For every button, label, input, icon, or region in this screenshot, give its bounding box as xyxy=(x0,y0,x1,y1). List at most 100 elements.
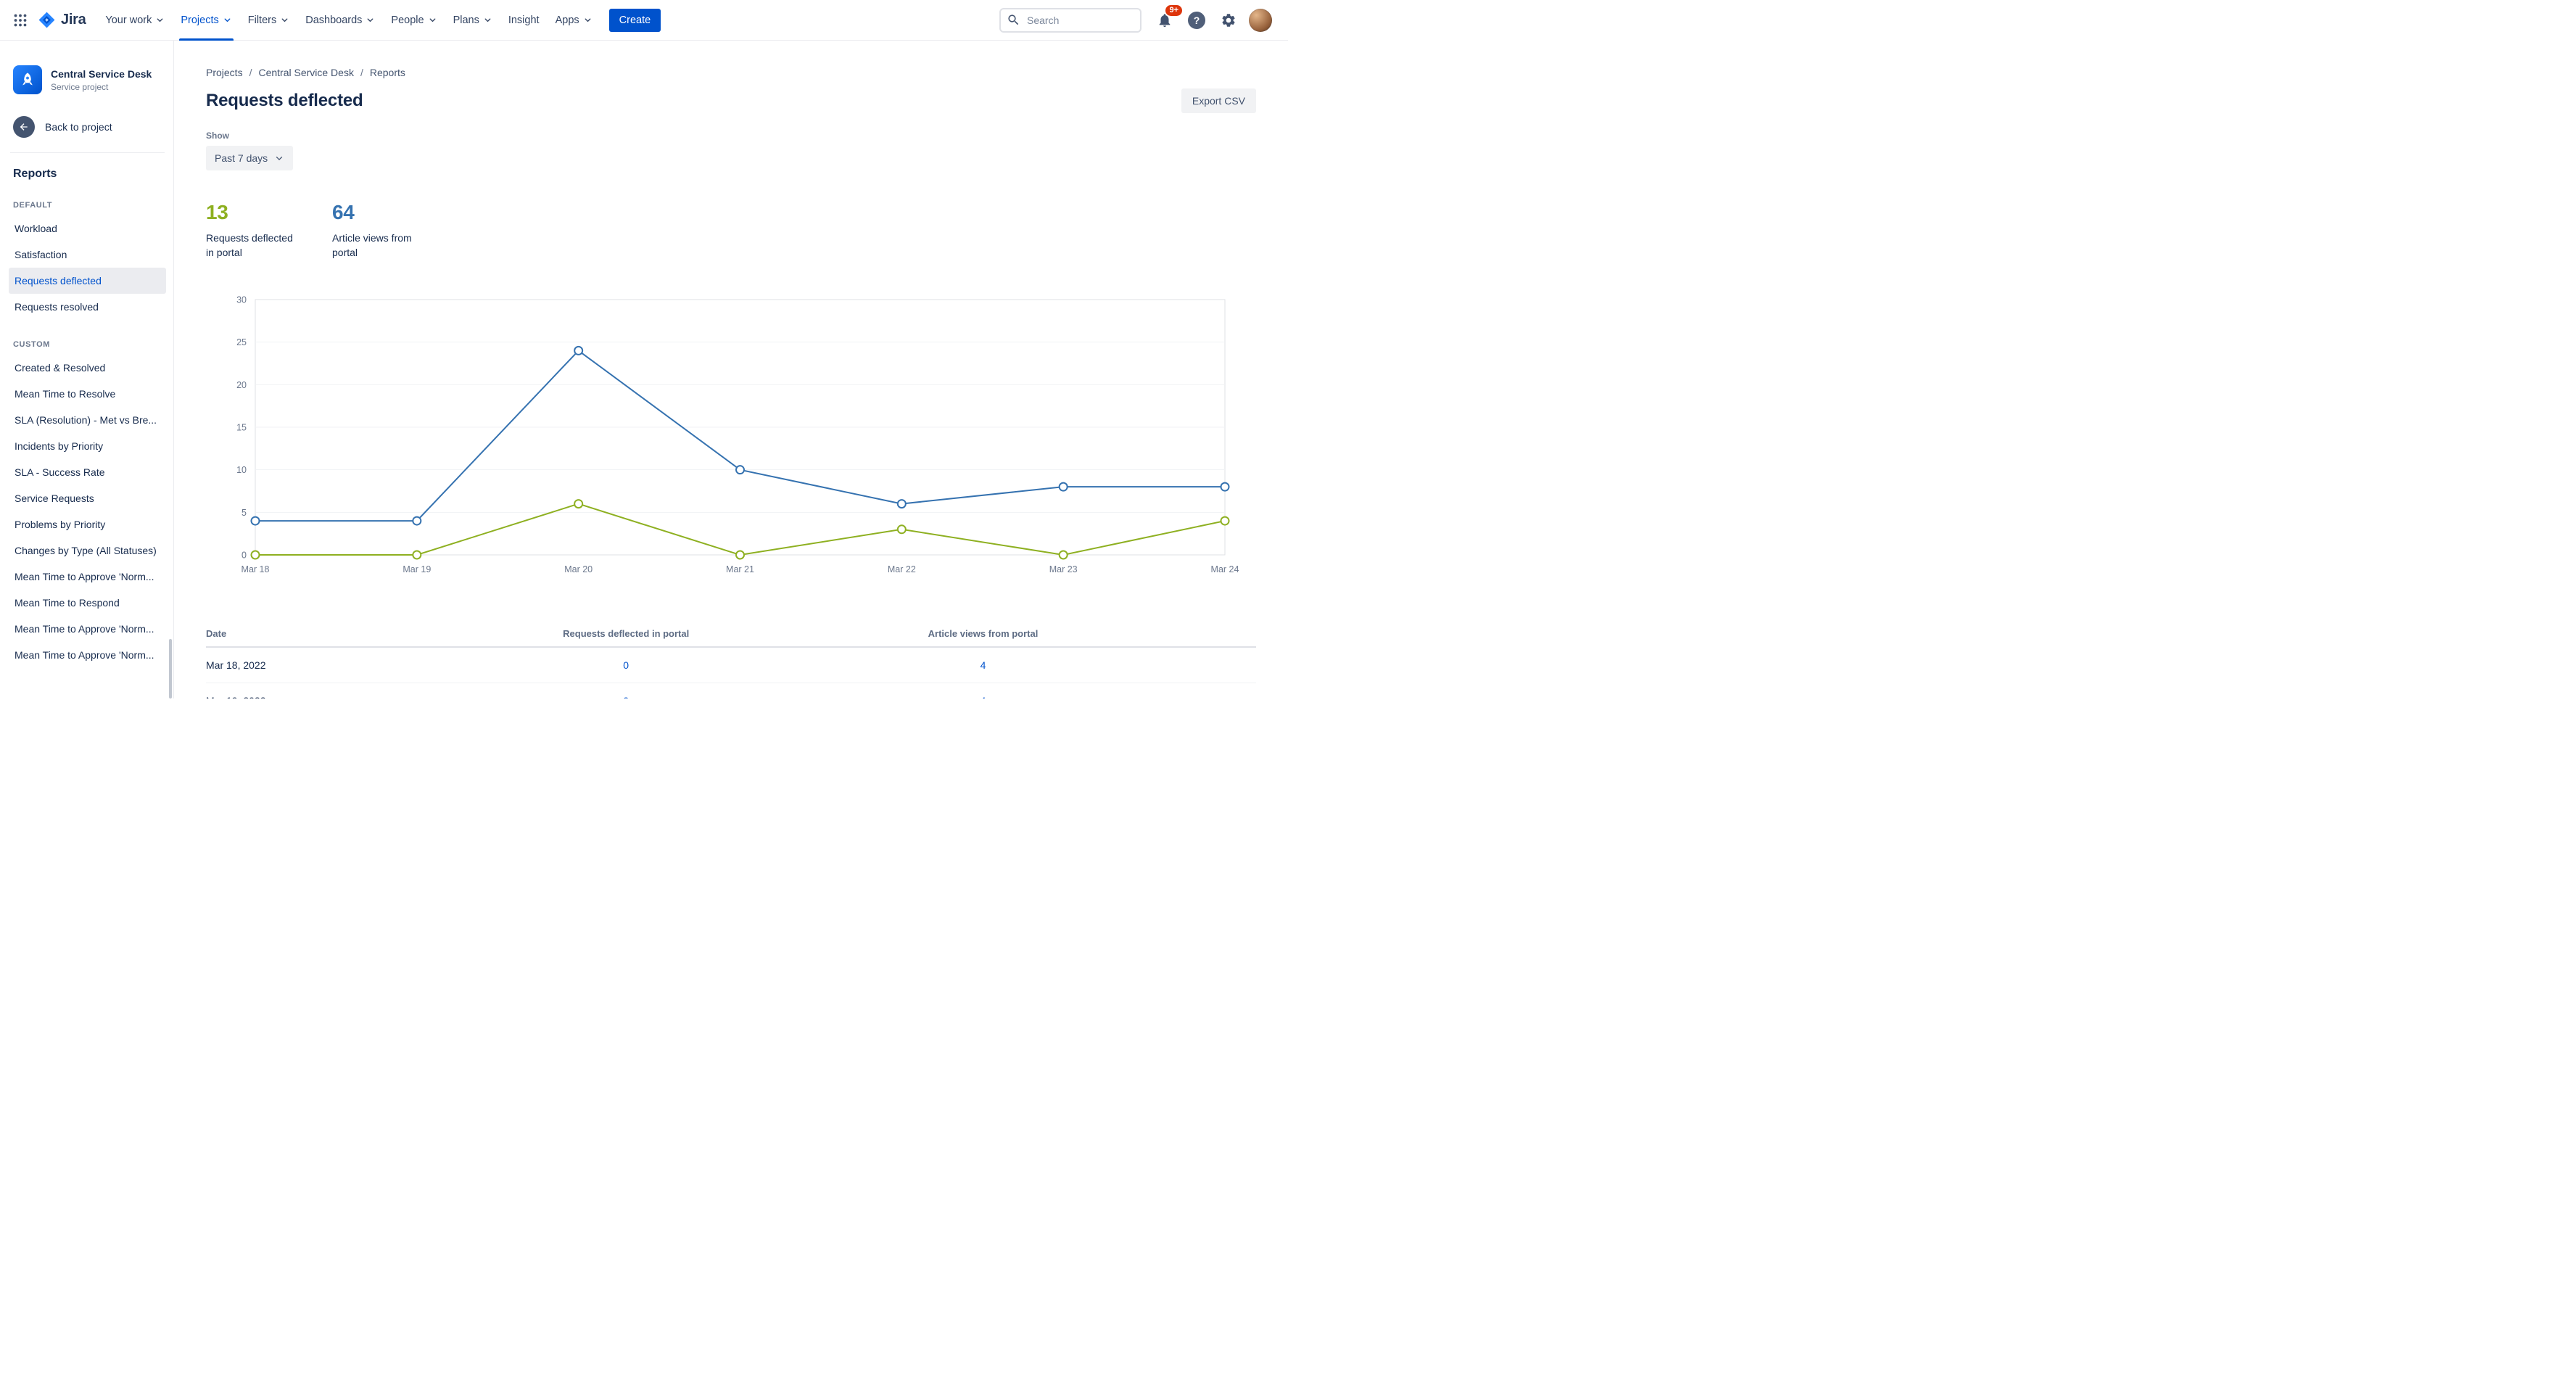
data-point[interactable] xyxy=(250,550,260,560)
chevron-down-icon xyxy=(368,18,373,22)
topnav-right: 9+ ? xyxy=(999,4,1272,33)
title-row: Requests deflected Export CSV xyxy=(206,88,1256,113)
y-tick-label: 30 xyxy=(236,294,247,305)
help-button[interactable]: ? xyxy=(1185,9,1208,32)
sidebar-item-mean-time-to-respond[interactable]: Mean Time to Respond xyxy=(9,590,166,616)
y-tick-label: 15 xyxy=(236,422,247,432)
sidebar-item-incidents-by-priority[interactable]: Incidents by Priority xyxy=(9,433,166,459)
report-table: Date Requests deflected in portal Article … xyxy=(206,621,1256,698)
y-tick-label: 20 xyxy=(236,380,247,390)
chevron-down-icon xyxy=(429,18,435,22)
sidebar-scrollbar[interactable] xyxy=(169,639,172,698)
sidebar-item-requests-resolved[interactable]: Requests resolved xyxy=(9,294,166,320)
data-point[interactable] xyxy=(1220,516,1230,526)
table-header-cell: Date xyxy=(206,627,227,639)
breadcrumb: Projects / Central Service Desk / Reports xyxy=(206,67,1256,78)
chart-container: 0 5 10 15 20 25 30 Mar 18 Mar 19 Mar 20 Mar 21 Mar … xyxy=(206,292,1256,585)
nav-item-filters[interactable]: Filters xyxy=(240,0,297,41)
sidebar-groups: DEFAULT Workload Satisfaction Requests defl… xyxy=(9,201,166,668)
y-tick-label: 10 xyxy=(236,465,247,475)
sidebar-item-requests-deflected[interactable]: Requests deflected xyxy=(9,268,166,294)
nav-item-plans[interactable]: Plans xyxy=(445,0,500,41)
y-tick-label: 0 xyxy=(242,550,247,560)
table-cell-deflected-link[interactable]: 0 xyxy=(468,695,783,698)
x-tick-label: Mar 18 xyxy=(242,564,270,574)
sidebar-item-mean-time-to-approve-norm[interactable]: Mean Time to Approve 'Norm... xyxy=(9,616,166,642)
sidebar-item-mean-time-to-approve-norm[interactable]: Mean Time to Approve 'Norm... xyxy=(9,564,166,590)
data-point[interactable] xyxy=(1058,482,1068,492)
sidebar-item-service-requests[interactable]: Service Requests xyxy=(9,485,166,511)
data-point[interactable] xyxy=(735,550,745,560)
project-avatar xyxy=(13,65,42,94)
notifications-button[interactable]: 9+ xyxy=(1153,4,1182,32)
main-content: Projects / Central Service Desk / Reports Re… xyxy=(174,41,1288,698)
data-point[interactable] xyxy=(735,464,745,474)
y-tick-label: 25 xyxy=(236,337,247,347)
app-grid-icon xyxy=(14,14,27,26)
data-point[interactable] xyxy=(412,516,422,526)
series-line xyxy=(255,503,1226,556)
app-switcher-button[interactable] xyxy=(9,9,32,32)
data-point[interactable] xyxy=(896,524,907,535)
primary-nav: Your work Projects Filters Dashboards People… xyxy=(97,0,600,41)
data-point[interactable] xyxy=(1220,482,1230,492)
nav-item-apps[interactable]: Apps xyxy=(548,0,600,41)
x-tick-label: Mar 22 xyxy=(888,564,916,574)
sidebar: Central Service Desk Service project Bac… xyxy=(0,41,174,698)
sidebar-item-created-resolved[interactable]: Created & Resolved xyxy=(9,355,166,381)
data-point[interactable] xyxy=(574,498,584,508)
jira-logo-icon xyxy=(38,12,55,28)
breadcrumb-link-reports[interactable]: Reports xyxy=(370,67,405,78)
gear-icon xyxy=(1222,13,1235,27)
sidebar-item-problems-by-priority[interactable]: Problems by Priority xyxy=(9,511,166,537)
breadcrumb-link-central-service-desk[interactable]: Central Service Desk xyxy=(258,67,354,78)
page-layout: Central Service Desk Service project Bac… xyxy=(0,41,1288,698)
sidebar-item-mean-time-to-resolve[interactable]: Mean Time to Resolve xyxy=(9,381,166,407)
project-header: Central Service Desk Service project xyxy=(9,65,166,94)
data-point[interactable] xyxy=(250,516,260,526)
data-point[interactable] xyxy=(574,345,584,355)
project-type: Service project xyxy=(51,81,109,92)
data-point[interactable] xyxy=(412,550,422,560)
x-tick-label: Mar 19 xyxy=(402,564,431,574)
data-point[interactable] xyxy=(896,498,907,508)
chevron-down-icon xyxy=(281,18,288,22)
create-button[interactable]: Create xyxy=(608,8,661,32)
chevron-down-icon xyxy=(585,18,591,22)
notification-badge: 9+ xyxy=(1165,4,1182,16)
nav-item-label: Filters xyxy=(247,14,277,26)
breadcrumb-link-projects[interactable]: Projects xyxy=(206,67,243,78)
nav-item-label: Dashboards xyxy=(305,14,363,26)
sidebar-item-sla-resolution-met-vs-bre[interactable]: SLA (Resolution) - Met vs Bre... xyxy=(9,407,166,433)
summary-stats: 13 Requests deflected in portal 64 Article … xyxy=(206,201,1256,260)
sidebar-item-workload[interactable]: Workload xyxy=(9,215,166,242)
table-cell-deflected-link[interactable]: 0 xyxy=(468,659,783,671)
nav-item-your-work[interactable]: Your work xyxy=(97,0,173,41)
profile-button[interactable] xyxy=(1249,8,1272,32)
nav-item-projects[interactable]: Projects xyxy=(173,0,239,41)
table-cell-date: Mar 19, 2022 xyxy=(206,695,468,698)
sidebar-group-title: CUSTOM xyxy=(13,340,51,349)
sidebar-item-satisfaction[interactable]: Satisfaction xyxy=(9,242,166,268)
period-dropdown[interactable]: Past 7 days xyxy=(206,146,294,170)
data-point[interactable] xyxy=(1058,550,1068,560)
nav-item-people[interactable]: People xyxy=(383,0,445,41)
table-body: Mar 18, 202204Mar 19, 202204 xyxy=(206,648,1256,698)
sidebar-item-mean-time-to-approve-norm[interactable]: Mean Time to Approve 'Norm... xyxy=(9,642,166,668)
chevron-down-icon xyxy=(224,18,231,22)
sidebar-item-changes-by-type-all-statuses[interactable]: Changes by Type (All Statuses) xyxy=(9,537,166,564)
export-csv-button[interactable]: Export CSV xyxy=(1181,88,1256,113)
jira-logo[interactable]: Jira xyxy=(33,11,96,29)
chevron-down-icon xyxy=(157,18,163,22)
table-cell-views-link[interactable]: 4 xyxy=(783,695,1182,698)
table-row: Mar 19, 202204 xyxy=(206,683,1256,698)
settings-button[interactable] xyxy=(1217,9,1240,32)
sidebar-heading: Reports xyxy=(13,168,57,180)
nav-item-dashboards[interactable]: Dashboards xyxy=(297,0,383,41)
stat-label: Requests deflected in portal xyxy=(206,232,293,258)
back-to-project-link[interactable]: Back to project xyxy=(13,116,166,138)
search-input[interactable] xyxy=(999,7,1142,33)
sidebar-item-sla-success-rate[interactable]: SLA - Success Rate xyxy=(9,459,166,485)
table-cell-views-link[interactable]: 4 xyxy=(783,659,1182,671)
nav-item-insight[interactable]: Insight xyxy=(500,0,548,41)
